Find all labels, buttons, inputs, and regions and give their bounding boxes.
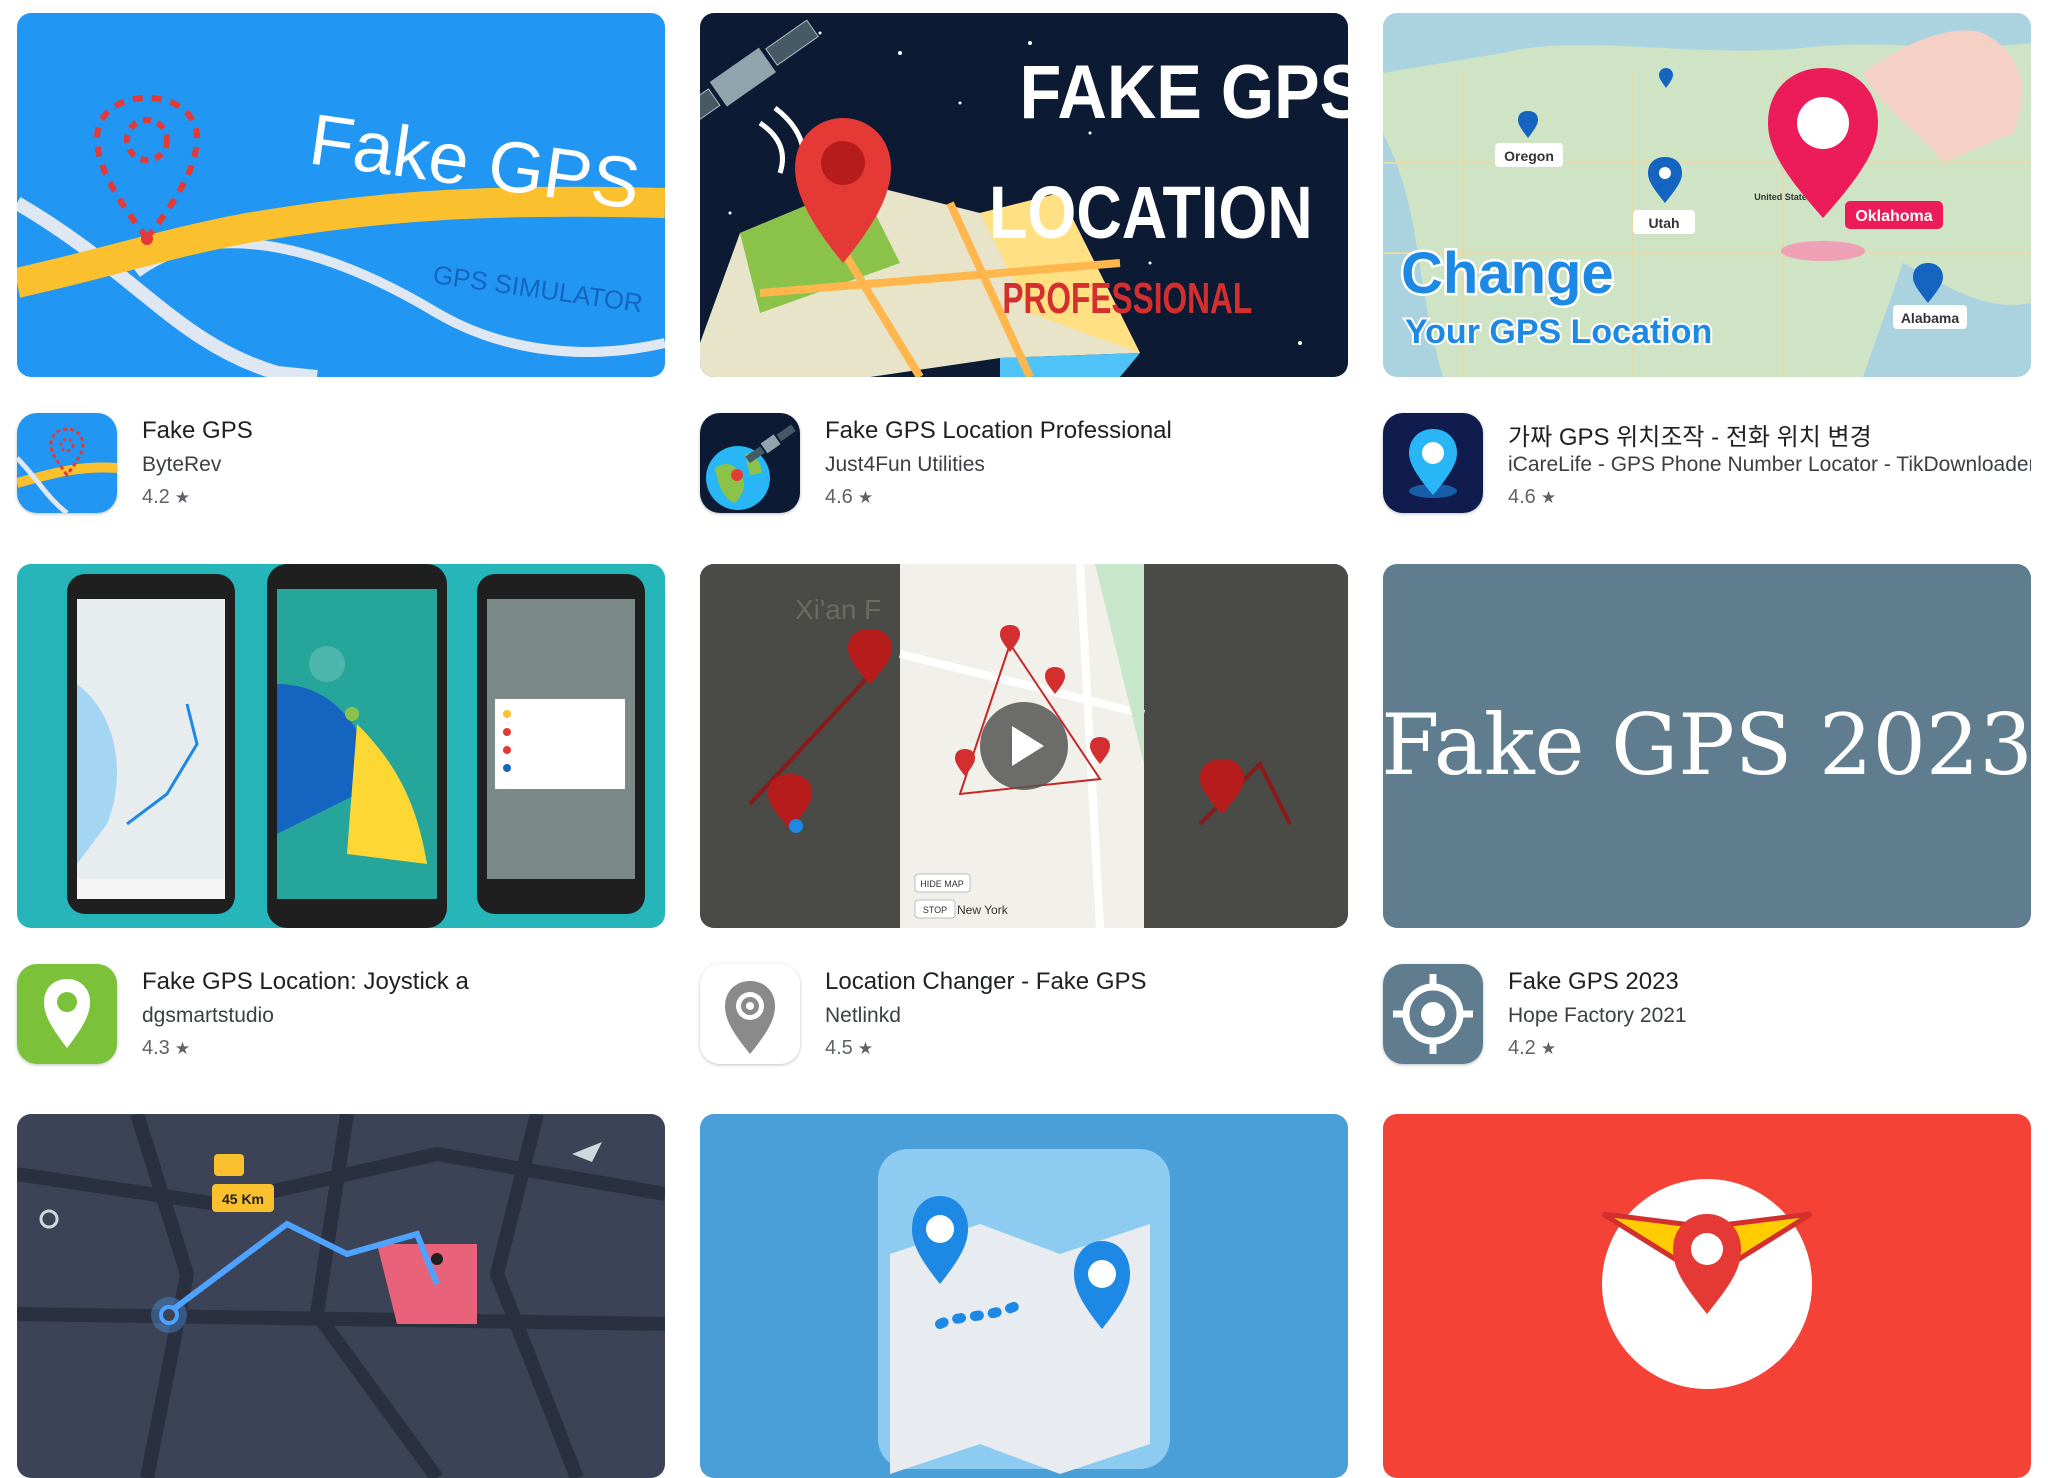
app-icon[interactable] <box>17 413 117 513</box>
star-icon: ★ <box>1540 488 1557 507</box>
rating-value: 4.6 <box>1508 486 1536 508</box>
app-banner[interactable]: Xi'an F HIDE MAP STOP New York <box>700 564 1348 928</box>
app-name[interactable]: Fake GPS 2023 <box>1508 968 2031 996</box>
app-developer: dgsmartstudio <box>142 1004 274 1027</box>
app-developer: iCareLife - GPS Phone Number Locator - T… <box>1508 453 2031 476</box>
banner-line1: FAKE GPS <box>1020 51 1349 135</box>
app-banner[interactable]: 45 Km <box>17 1114 665 1478</box>
app-icon[interactable] <box>700 413 800 513</box>
map-label: New York <box>957 903 1009 917</box>
app-icon[interactable] <box>17 964 117 1064</box>
banner-line1: Change <box>1401 241 1614 306</box>
app-name[interactable]: 가짜 GPS 위치조작 - 전화 위치 변경 <box>1508 417 2031 452</box>
phone-screenshot <box>267 564 447 928</box>
app-banner[interactable] <box>17 564 665 928</box>
rating-value: 4.2 <box>1508 1037 1536 1059</box>
car-icon <box>214 1154 244 1176</box>
play-button[interactable] <box>980 702 1068 790</box>
app-icon[interactable] <box>700 964 800 1064</box>
phone-screenshot <box>67 574 235 914</box>
app-name[interactable]: Fake GPS Location: Joystick a <box>142 968 665 996</box>
map-label: HIDE MAP <box>920 879 964 889</box>
app-developer: Netlinkd <box>825 1004 901 1027</box>
map-label-oregon: Oregon <box>1504 148 1554 164</box>
app-rating: 4.6 ★ <box>1508 486 1556 509</box>
app-banner[interactable] <box>700 1114 1348 1478</box>
star-icon: ★ <box>174 1039 191 1058</box>
app-icon[interactable] <box>1383 413 1483 513</box>
app-name[interactable]: Fake GPS Location Professional <box>825 417 1348 445</box>
distance-label: 45 Km <box>222 1191 264 1207</box>
app-rating: 4.5 ★ <box>825 1037 873 1060</box>
star-icon: ★ <box>1540 1039 1557 1058</box>
rating-value: 4.3 <box>142 1037 170 1059</box>
app-rating: 4.2 ★ <box>1508 1037 1556 1060</box>
app-name[interactable]: Location Changer - Fake GPS <box>825 968 1348 996</box>
star-icon: ★ <box>857 1039 874 1058</box>
star-icon: ★ <box>174 488 191 507</box>
app-banner[interactable]: Fake GPS 2023 <box>1383 564 2031 928</box>
rating-value: 4.6 <box>825 486 853 508</box>
phone-screenshot <box>477 574 645 914</box>
star-icon: ★ <box>857 488 874 507</box>
app-developer: ByteRev <box>142 453 222 476</box>
map-label: Xi'an F <box>795 594 881 625</box>
map-label-oklahoma: Oklahoma <box>1855 208 1932 225</box>
app-rating: 4.3 ★ <box>142 1037 190 1060</box>
app-banner[interactable] <box>1383 1114 2031 1478</box>
banner-line3: PROFESSIONAL <box>1002 274 1252 323</box>
rating-value: 4.5 <box>825 1037 853 1059</box>
banner-title: Fake GPS 2023 <box>1383 696 2031 794</box>
banner-line2: LOCATION <box>989 171 1313 254</box>
app-banner[interactable]: FAKE GPS LOCATION PROFESSIONAL <box>700 13 1348 377</box>
rating-value: 4.2 <box>142 486 170 508</box>
banner-line2: Your GPS Location <box>1405 313 1712 351</box>
app-developer: Hope Factory 2021 <box>1508 1004 1687 1027</box>
map-label-alabama: Alabama <box>1901 310 1960 326</box>
app-banner[interactable]: Oregon Utah United States Alabama Oklaho… <box>1383 13 2031 377</box>
map-label-utah: Utah <box>1648 215 1679 231</box>
app-icon[interactable] <box>1383 964 1483 1064</box>
app-rating: 4.6 ★ <box>825 486 873 509</box>
map-label: STOP <box>923 905 947 915</box>
app-developer: Just4Fun Utilities <box>825 453 985 476</box>
app-banner[interactable]: Fake GPS GPS SIMULATOR <box>17 13 665 377</box>
app-name[interactable]: Fake GPS <box>142 417 665 445</box>
app-rating: 4.2 ★ <box>142 486 190 509</box>
